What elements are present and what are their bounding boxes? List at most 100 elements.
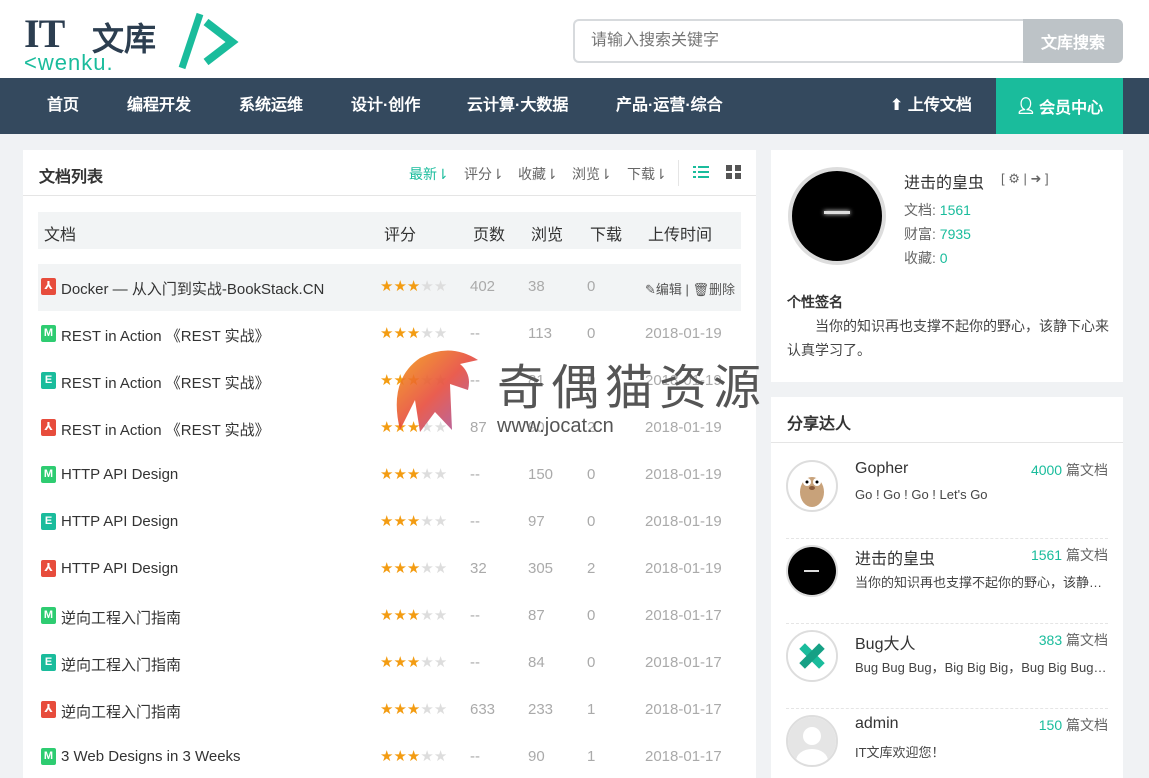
sharer-description: Bug Bug Bug，Big Big Big，Bug Big Bug Big (855, 660, 1108, 675)
upload-date: 2018-01-19 (645, 419, 722, 436)
table-row[interactable]: ⅄ Docker — 从入门到实战-BookStack.CN ★★★★★ 402 38 0… (38, 264, 741, 311)
table-row[interactable]: ⅄ 逆向工程入门指南 ★★★★★ 633 233 1 2018-01-17 (38, 687, 741, 734)
sharer-doc-count: 1561 篇文档 (1030, 547, 1108, 563)
nav-ops[interactable]: 系统运维 (239, 78, 303, 134)
upload-icon: ⬆ (890, 97, 904, 114)
page-count: 402 (470, 278, 496, 295)
col-pages: 页数 (473, 227, 506, 244)
view-count: 38 (528, 278, 545, 295)
rating-stars: ★★★★★ (380, 654, 448, 671)
sharer-doc-count: 383 篇文档 (1038, 632, 1108, 648)
signature-text: 当你的知识再也支撑不起你的野心，该静下心来认真学习了。 (787, 318, 1109, 358)
upload-date: 2018-01-17 (645, 607, 722, 624)
doc-title[interactable]: REST in Action 《REST 实战》 (61, 372, 270, 393)
upload-doc-button[interactable]: ⬆ 上传文档 (880, 78, 972, 134)
nav-programming[interactable]: 编程开发 (127, 78, 191, 134)
table-row[interactable]: E REST in Action 《REST 实战》 ★★★★★ -- 81 0 2018-… (38, 358, 741, 405)
sort-favorites[interactable]: 收藏⇂ (518, 164, 558, 184)
table-row[interactable]: ⅄ REST in Action 《REST 实战》 ★★★★★ 87 90 2 2018-… (38, 405, 741, 452)
table-row[interactable]: M 3 Web Designs in 3 Weeks ★★★★★ -- 90 1 2018-… (38, 734, 741, 778)
view-count: 233 (528, 701, 554, 718)
download-count: 0 (587, 513, 596, 530)
doc-title[interactable]: HTTP API Design (61, 513, 178, 530)
search-button[interactable]: 文库搜索 (1023, 19, 1123, 63)
md-file-icon: M (41, 466, 56, 483)
table-row[interactable]: ⅄ HTTP API Design ★★★★★ 32 305 2 2018-01-19 (38, 546, 741, 593)
sharer-description: 当你的知识再也支撑不起你的野心，该静下心来认真学习了。 (855, 575, 1108, 590)
download-count: 2 (587, 560, 596, 577)
view-count: 84 (528, 654, 545, 671)
list-view-icon[interactable] (693, 164, 709, 180)
rating-stars: ★★★★★ (380, 701, 448, 718)
page-count: 633 (470, 701, 496, 718)
user-icon: 👤︎ (1015, 98, 1037, 115)
doc-title[interactable]: REST in Action 《REST 实战》 (61, 419, 270, 440)
download-count: 2 (587, 419, 596, 436)
doc-title[interactable]: 逆向工程入门指南 (61, 607, 181, 628)
site-logo[interactable]: IT 文库 <wenku. (22, 8, 242, 75)
signature-title: 个性签名 (787, 294, 843, 310)
sharer-name[interactable]: Bug大人 (855, 630, 915, 654)
logout-icon[interactable]: ➜ (1031, 171, 1042, 186)
nav-home[interactable]: 首页 (47, 78, 79, 134)
doc-title[interactable]: 逆向工程入门指南 (61, 654, 181, 675)
download-count: 0 (587, 278, 596, 295)
doc-title[interactable]: 3 Web Designs in 3 Weeks (61, 748, 241, 765)
profile-favorites: 收藏: 0 (904, 250, 948, 266)
sort-latest[interactable]: 最新⇂ (409, 164, 449, 184)
delete-button[interactable]: 🗑︎删除 (693, 282, 736, 297)
sharer-doc-count: 4000 篇文档 (1030, 462, 1108, 478)
doc-list-header: 文档列表 最新⇂ 评分⇂ 收藏⇂ 浏览⇂ 下载⇂ (23, 150, 756, 196)
grid-view-icon[interactable] (726, 164, 742, 180)
doc-title[interactable]: HTTP API Design (61, 560, 178, 577)
rating-stars: ★★★★★ (380, 748, 448, 765)
sharer-name[interactable]: admin (855, 715, 899, 733)
top-sharers-panel: 分享达人 Gopher 4000 篇文档 Go ! Go ! Go ! Let's … (771, 397, 1123, 778)
avatar[interactable] (788, 167, 886, 265)
page-count: 87 (470, 419, 487, 436)
doc-title[interactable]: Docker — 从入门到实战-BookStack.CN (61, 278, 324, 299)
sort-views[interactable]: 浏览⇂ (572, 164, 612, 184)
table-row[interactable]: E HTTP API Design ★★★★★ -- 97 0 2018-01-19 (38, 499, 741, 546)
rating-stars: ★★★★★ (380, 560, 448, 577)
upload-date: 2018-01-17 (645, 654, 722, 671)
doc-list-panel: 文档列表 最新⇂ 评分⇂ 收藏⇂ 浏览⇂ 下载⇂ 文档 评分 页数 浏览 下载 … (23, 150, 756, 778)
member-center-button[interactable]: 👤︎ 会员中心 (996, 78, 1123, 134)
profile-name[interactable]: 进击的皇虫 (904, 169, 984, 193)
sort-rating[interactable]: 评分⇂ (464, 164, 504, 184)
profile-wealth: 财富: 7935 (904, 226, 971, 242)
sort-downloads[interactable]: 下载⇂ (627, 164, 667, 184)
download-count: 0 (587, 325, 596, 342)
doc-list-title: 文档列表 (39, 169, 104, 186)
nav-product[interactable]: 产品·运营·综合 (616, 78, 723, 134)
tools-avatar[interactable] (786, 630, 838, 682)
pdf-file-icon: ⅄ (41, 701, 56, 718)
table-row[interactable]: M HTTP API Design ★★★★★ -- 150 0 2018-01-19 (38, 452, 741, 499)
col-views: 浏览 (531, 227, 564, 244)
gear-icon[interactable]: ⚙ (1008, 171, 1020, 186)
doc-title[interactable]: 逆向工程入门指南 (61, 701, 181, 722)
rating-stars: ★★★★★ (380, 372, 448, 389)
search-input[interactable] (573, 19, 1025, 63)
doc-title[interactable]: REST in Action 《REST 实战》 (61, 325, 270, 346)
sharer-name[interactable]: 进击的皇虫 (855, 545, 935, 569)
doc-title[interactable]: HTTP API Design (61, 466, 178, 483)
edit-button[interactable]: ✎编辑 (645, 282, 682, 297)
table-row[interactable]: M 逆向工程入门指南 ★★★★★ -- 87 0 2018-01-17 (38, 593, 741, 640)
page-count: -- (470, 654, 480, 671)
rating-stars: ★★★★★ (380, 466, 448, 483)
view-count: 305 (528, 560, 554, 577)
table-row[interactable]: E 逆向工程入门指南 ★★★★★ -- 84 0 2018-01-17 (38, 640, 741, 687)
table-row[interactable]: M REST in Action 《REST 实战》 ★★★★★ -- 113 0 2018… (38, 311, 741, 358)
nav-design[interactable]: 设计·创作 (351, 78, 420, 134)
default-avatar[interactable] (786, 715, 838, 767)
page-count: -- (470, 513, 480, 530)
sharer-name[interactable]: Gopher (855, 460, 908, 478)
gopher-avatar[interactable] (786, 460, 838, 512)
download-count: 0 (587, 607, 596, 624)
dark-avatar[interactable] (786, 545, 838, 597)
sharer-description: Go ! Go ! Go ! Let's Go (855, 487, 988, 502)
nav-cloud[interactable]: 云计算·大数据 (467, 78, 568, 134)
pdf-file-icon: ⅄ (41, 278, 56, 295)
rating-stars: ★★★★★ (380, 607, 448, 624)
